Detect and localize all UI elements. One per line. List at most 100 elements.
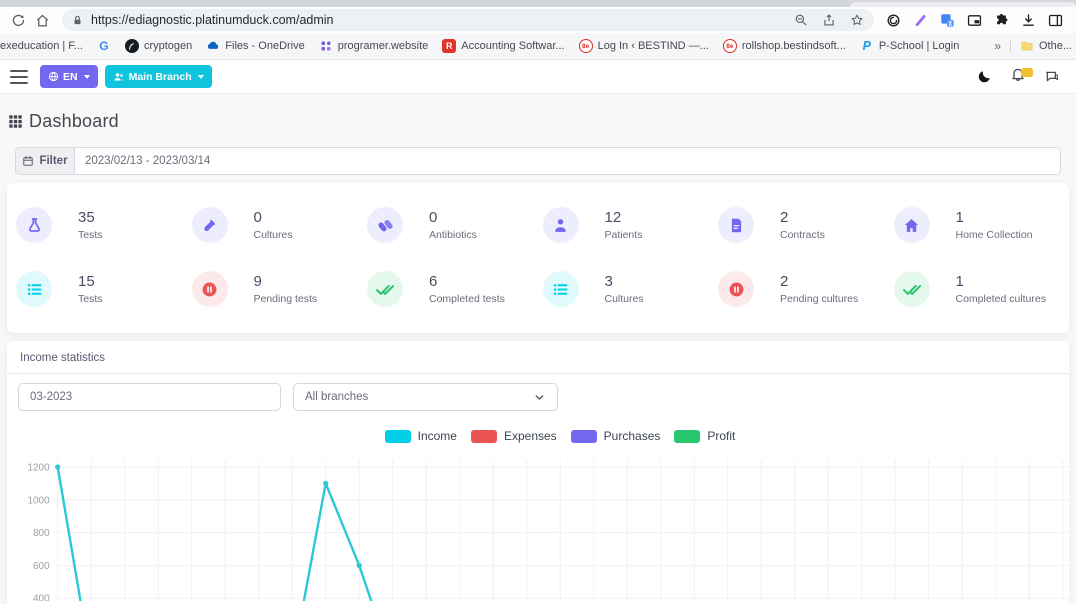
reload-icon[interactable] <box>6 9 30 31</box>
legend-label: Profit <box>707 429 735 443</box>
dark-globe-favicon <box>125 39 139 53</box>
contract-icon <box>718 207 754 243</box>
bookmarks-overflow-chevron[interactable]: » <box>988 39 1007 53</box>
bookmark-programer-website[interactable]: programer.website <box>319 39 429 53</box>
stat-cultures-period: 3 Cultures <box>543 271 719 307</box>
purchases-swatch <box>571 430 597 443</box>
bookmarks-bar: exeducation | F... G cryptogen Files - O… <box>0 33 1076 60</box>
bookmark-google[interactable]: G <box>97 39 111 53</box>
patient-icon <box>543 207 579 243</box>
svg-text:1000: 1000 <box>27 495 50 506</box>
download-icon[interactable] <box>1021 13 1036 28</box>
chat-icon[interactable] <box>1044 69 1060 85</box>
menu-hamburger-icon[interactable] <box>10 70 28 84</box>
picture-in-picture-icon[interactable] <box>967 13 982 28</box>
chevron-down-icon <box>533 391 546 404</box>
stat-label: Home Collection <box>956 229 1033 241</box>
bookmark-label: programer.website <box>338 40 429 52</box>
browser-tab-strip[interactable] <box>0 0 1076 7</box>
expenses-swatch <box>471 430 497 443</box>
bookmark-p-school[interactable]: P P-School | Login <box>860 39 960 53</box>
dashboard-page: Dashboard Filter 35Tests 0Cultures 0Anti… <box>0 94 1076 604</box>
url-text[interactable]: https://ediagnostic.platinumduck.com/adm… <box>91 13 786 27</box>
globe-icon <box>48 71 59 82</box>
flask-icon <box>16 207 52 243</box>
home-icon[interactable] <box>30 9 54 31</box>
star-icon[interactable] <box>850 13 864 27</box>
chevron-down-icon <box>198 75 204 79</box>
chart-legend: Income Expenses Purchases Profit <box>51 429 1069 443</box>
legend-profit[interactable]: Profit <box>674 429 735 443</box>
stat-label: Completed cultures <box>956 293 1046 305</box>
share-icon[interactable] <box>822 13 836 27</box>
stat-label: Contracts <box>780 229 825 241</box>
branch-dropdown-button[interactable]: Main Branch <box>105 65 212 88</box>
other-bookmarks-folder[interactable]: Othe... <box>1020 39 1072 53</box>
language-dropdown-button[interactable]: EN <box>40 65 98 88</box>
branch-select-value: All branches <box>305 391 368 403</box>
extensions-puzzle-icon[interactable] <box>994 13 1009 28</box>
stat-label: Cultures <box>254 229 293 241</box>
language-label: EN <box>63 71 78 83</box>
p-favicon: P <box>860 39 874 53</box>
address-bar[interactable]: https://ediagnostic.platinumduck.com/adm… <box>62 9 874 31</box>
bookmark-rollshop-bestindsoft[interactable]: 8e rollshop.bestindsoft... <box>723 39 846 53</box>
legend-purchases[interactable]: Purchases <box>571 429 661 443</box>
extension-swirl-icon[interactable] <box>886 13 901 28</box>
zoom-icon[interactable] <box>794 13 808 27</box>
svg-text:400: 400 <box>33 594 50 601</box>
double-check-icon <box>367 271 403 307</box>
moon-icon[interactable] <box>977 69 992 84</box>
bookmark-onedrive[interactable]: Files - OneDrive <box>206 39 304 53</box>
filter-addon: Filter <box>16 148 75 174</box>
stat-contracts: 2 Contracts <box>718 207 894 243</box>
notification-badge <box>1021 68 1033 77</box>
users-icon <box>113 71 125 83</box>
stat-value: 1 <box>956 273 1046 290</box>
side-panel-icon[interactable] <box>1048 13 1063 28</box>
calendar-icon <box>22 155 34 167</box>
browser-tab[interactable] <box>850 2 1076 7</box>
bookmark-label: Log In ‹ BESTIND —... <box>598 40 709 52</box>
stat-patients: 12Patients <box>543 207 719 243</box>
pause-icon <box>192 271 228 307</box>
chevron-down-icon <box>84 75 90 79</box>
branch-select[interactable]: All branches <box>293 383 558 411</box>
stat-value: 2 <box>780 209 825 226</box>
stat-value: 9 <box>254 273 318 290</box>
pills-icon <box>367 207 403 243</box>
bell-notification-icon[interactable] <box>1010 66 1026 87</box>
bookmark-exeducation[interactable]: exeducation | F... <box>0 40 83 52</box>
pen-extension-icon[interactable] <box>913 13 928 28</box>
svg-text:1200: 1200 <box>27 463 50 474</box>
onedrive-cloud-favicon <box>206 39 220 53</box>
bookmark-label: Accounting Softwar... <box>461 40 564 52</box>
page-title: Dashboard <box>29 111 119 132</box>
legend-expenses[interactable]: Expenses <box>471 429 557 443</box>
bookmark-login-bestind[interactable]: 8e Log In ‹ BESTIND —... <box>579 39 709 53</box>
stat-label: Cultures <box>605 293 644 305</box>
pause-icon <box>718 271 754 307</box>
stat-tests-total: 35Tests <box>16 207 192 243</box>
stat-label: Pending cultures <box>780 293 858 305</box>
month-input[interactable] <box>18 383 281 411</box>
legend-label: Expenses <box>504 429 557 443</box>
bookmark-cryptogen[interactable]: cryptogen <box>125 39 192 53</box>
stat-value: 3 <box>605 273 644 290</box>
stat-cultures-total: 0 Cultures <box>192 207 368 243</box>
svg-text:600: 600 <box>33 561 50 572</box>
date-range-input[interactable] <box>75 148 1060 174</box>
stat-value: 0 <box>254 209 293 226</box>
legend-income[interactable]: Income <box>385 429 457 443</box>
lock-icon[interactable] <box>72 15 83 26</box>
bookmark-accounting-software[interactable]: R Accounting Softwar... <box>442 39 564 53</box>
app-header: EN Main Branch <box>0 60 1076 94</box>
stat-value: 15 <box>78 273 103 290</box>
bookmarks-separator: | <box>1009 40 1012 52</box>
8e-favicon: 8e <box>723 39 737 53</box>
double-check-icon <box>894 271 930 307</box>
bookmark-label: exeducation | F... <box>0 40 83 52</box>
translate-extension-icon[interactable] <box>940 13 955 28</box>
home-icon <box>894 207 930 243</box>
list-icon <box>543 271 579 307</box>
